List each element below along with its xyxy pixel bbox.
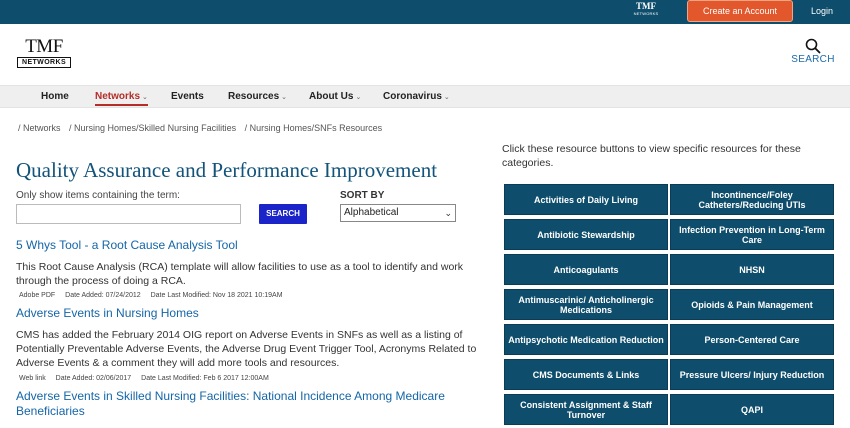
nav-label: Resources [228, 91, 280, 102]
chevron-down-icon: ⌄ [355, 94, 362, 101]
create-account-button[interactable]: Create an Account [687, 0, 793, 22]
resource-type: Adobe PDF [19, 292, 56, 299]
nav-label: Events [171, 91, 204, 102]
sort-select[interactable]: Alphabetical ⌄ [340, 204, 456, 222]
category-tile-activities[interactable]: Activities of Daily Living [504, 184, 668, 215]
tmf-networks-logo[interactable]: TMF NETWORKS [16, 36, 72, 70]
resource-title-link[interactable]: 5 Whys Tool - a Root Cause Analysis Tool [16, 238, 238, 252]
category-tile-qapi[interactable]: QAPI [670, 394, 834, 425]
logo-text: TMF [25, 36, 63, 57]
nav-item-home[interactable]: Home [41, 86, 69, 108]
category-tile-nhsn[interactable]: NHSN [670, 254, 834, 285]
breadcrumb-networks[interactable]: / Networks [18, 123, 61, 133]
category-tile-infection-prevention[interactable]: Infection Prevention in Long-Term Care [670, 219, 834, 250]
resource-title-link[interactable]: Adverse Events in Skilled Nursing Facili… [16, 389, 476, 419]
nav-item-resources[interactable]: Resources ⌄ [228, 86, 287, 108]
tmf-mini-logo[interactable]: TMF NETWORKS [632, 1, 660, 22]
category-tile-antimuscarinic[interactable]: Antimuscarinic/ Anticholinergic Medicati… [504, 289, 668, 320]
resource-date-modified: Date Last Modified: Nov 18 2021 10:19AM [150, 292, 283, 299]
category-tile-antibiotic[interactable]: Antibiotic Stewardship [504, 219, 668, 250]
chevron-down-icon: ⌄ [444, 208, 452, 218]
resource-meta: Adobe PDF Date Added: 07/24/2012 Date La… [19, 292, 291, 299]
sort-label: SORT BY [340, 190, 385, 201]
nav-label: Coronavirus [383, 91, 442, 102]
category-tile-anticoagulants[interactable]: Anticoagulants [504, 254, 668, 285]
resource-title-link[interactable]: Adverse Events in Nursing Homes [16, 306, 199, 320]
breadcrumb: / Networks / Nursing Homes/Skilled Nursi… [18, 123, 388, 133]
filter-label: Only show items containing the term: [16, 190, 180, 201]
category-tile-incontinence[interactable]: Incontinence/Foley Catheters/Reducing UT… [670, 184, 834, 215]
resource-date-added: Date Added: 07/24/2012 [65, 292, 141, 299]
sort-selected-value: Alphabetical [344, 207, 399, 218]
resource-meta: Web link Date Added: 02/06/2017 Date Las… [19, 375, 277, 382]
page-title: Quality Assurance and Performance Improv… [16, 158, 438, 182]
logo-subtext: NETWORKS [17, 57, 71, 68]
chevron-down-icon: ⌄ [443, 94, 450, 101]
category-tile-consistent-assignment[interactable]: Consistent Assignment & Staff Turnover [504, 394, 668, 425]
category-tile-person-centered[interactable]: Person-Centered Care [670, 324, 834, 355]
search-icon [805, 38, 821, 54]
header-search[interactable]: SEARCH [790, 38, 836, 68]
nav-label: Home [41, 91, 69, 102]
nav-label: Networks [95, 91, 141, 102]
filter-term-input[interactable] [16, 204, 241, 224]
top-bar: TMF NETWORKS Create an Account Login [0, 0, 850, 24]
category-tile-antipsychotic[interactable]: Antipsychotic Medication Reduction [504, 324, 668, 355]
category-tile-cms-documents[interactable]: CMS Documents & Links [504, 359, 668, 390]
resource-date-added: Date Added: 02/06/2017 [55, 375, 132, 382]
mini-logo-text: TMF [636, 1, 656, 11]
resource-description: CMS has added the February 2014 OIG repo… [16, 329, 477, 369]
login-link[interactable]: Login [806, 0, 838, 22]
search-label: SEARCH [791, 54, 835, 65]
category-tile-opioids[interactable]: Opioids & Pain Management [670, 289, 834, 320]
resource-description: This Root Cause Analysis (RCA) template … [16, 261, 464, 287]
main-nav: Home Networks ⌄ Events Resources ⌄ About U… [0, 85, 850, 108]
nav-label: About Us [309, 91, 354, 102]
mini-logo-subtext: NETWORKS [633, 11, 659, 16]
filter-search-button[interactable]: SEARCH [259, 204, 307, 224]
chevron-down-icon: ⌄ [281, 94, 288, 101]
breadcrumb-snf-resources[interactable]: / Nursing Homes/SNFs Resources [245, 123, 383, 133]
nav-item-events[interactable]: Events [171, 86, 204, 108]
sidebar-intro: Click these resource buttons to view spe… [502, 143, 801, 169]
breadcrumb-nursing-homes[interactable]: / Nursing Homes/Skilled Nursing Faciliti… [69, 123, 236, 133]
category-tile-pressure-ulcers[interactable]: Pressure Ulcers/ Injury Reduction [670, 359, 834, 390]
nav-item-coronavirus[interactable]: Coronavirus ⌄ [383, 86, 450, 108]
chevron-down-icon: ⌄ [142, 94, 148, 101]
nav-item-about-us[interactable]: About Us ⌄ [309, 86, 361, 108]
resource-type: Web link [19, 375, 46, 382]
nav-item-networks[interactable]: Networks ⌄ [95, 86, 148, 108]
resource-date-modified: Date Last Modified: Feb 6 2017 12:00AM [141, 375, 269, 382]
